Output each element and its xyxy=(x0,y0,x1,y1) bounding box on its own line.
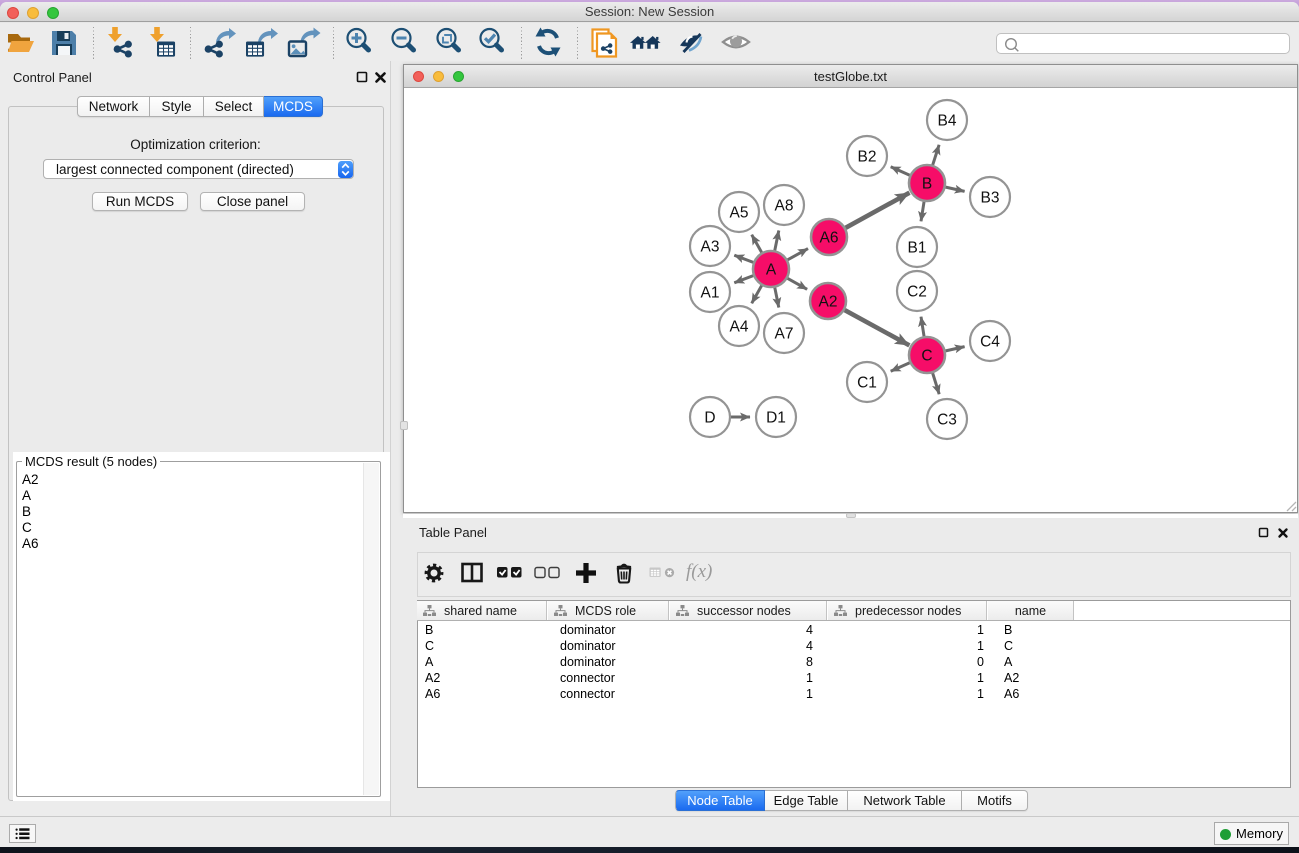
svg-text:A6: A6 xyxy=(820,229,839,246)
svg-text:B: B xyxy=(922,175,932,192)
svg-text:D1: D1 xyxy=(766,409,786,426)
svg-text:B4: B4 xyxy=(938,112,957,129)
svg-text:B2: B2 xyxy=(858,148,877,165)
svg-text:C3: C3 xyxy=(937,411,957,428)
svg-text:A: A xyxy=(766,261,777,278)
svg-text:C2: C2 xyxy=(907,283,927,300)
svg-text:D: D xyxy=(704,409,715,426)
svg-text:A3: A3 xyxy=(701,238,720,255)
svg-text:A4: A4 xyxy=(730,318,749,335)
svg-text:B3: B3 xyxy=(981,189,1000,206)
svg-text:C: C xyxy=(921,347,932,364)
svg-text:A7: A7 xyxy=(775,325,794,342)
svg-text:A1: A1 xyxy=(701,284,720,301)
svg-text:A2: A2 xyxy=(819,293,838,310)
svg-text:A8: A8 xyxy=(775,197,794,214)
svg-text:C4: C4 xyxy=(980,333,1000,350)
svg-text:B1: B1 xyxy=(908,239,927,256)
svg-text:A5: A5 xyxy=(730,204,749,221)
svg-text:C1: C1 xyxy=(857,374,877,391)
